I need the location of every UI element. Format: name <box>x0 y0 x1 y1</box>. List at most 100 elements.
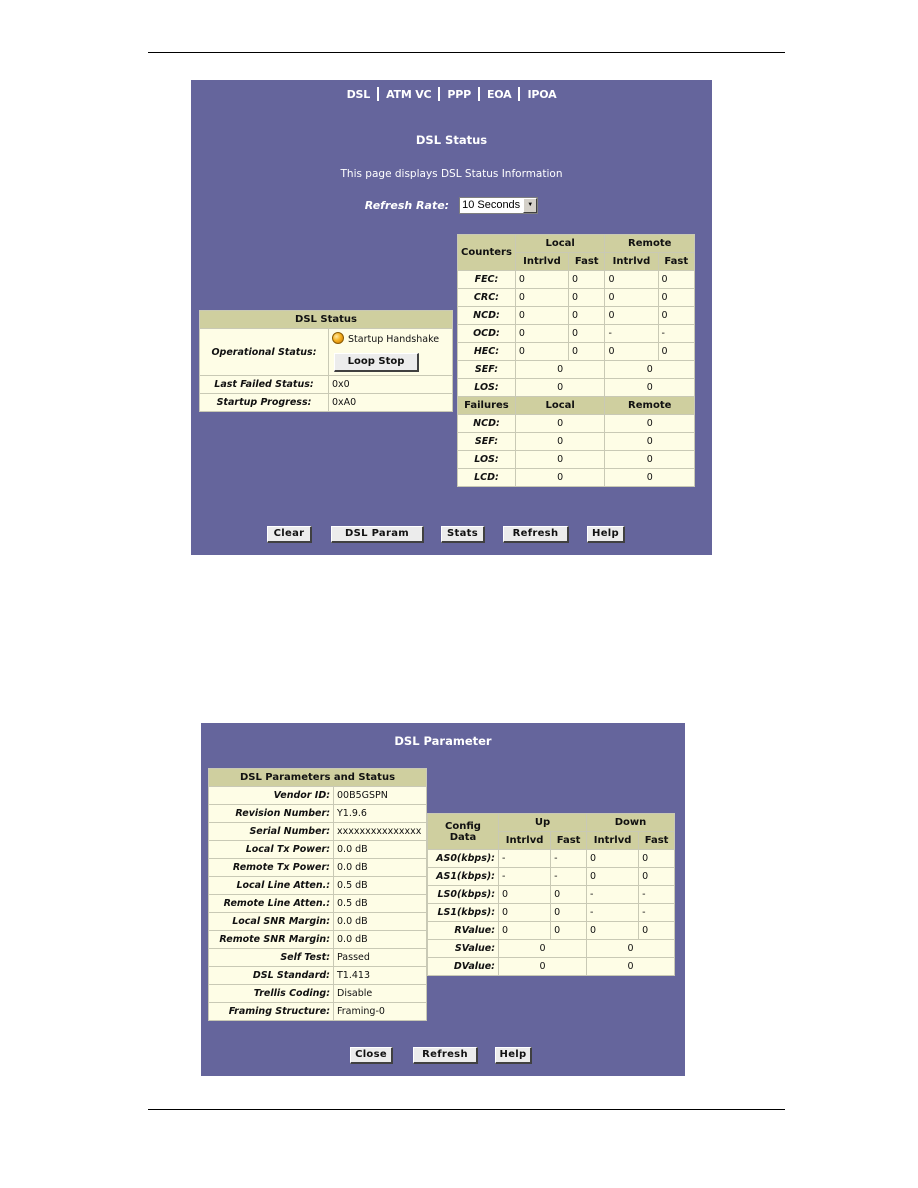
param-label: Remote Line Atten.: <box>209 895 333 912</box>
param-value: xxxxxxxxxxxxxxx <box>334 823 426 840</box>
config-value: 0 <box>639 850 674 867</box>
config-value: - <box>586 886 639 903</box>
refresh-rate-row: Refresh Rate: 10 Seconds ▼ <box>191 197 712 214</box>
help-button[interactable]: Help <box>587 526 625 543</box>
counter-value: 0 <box>515 289 568 306</box>
param-label: Serial Number: <box>209 823 333 840</box>
param-row: Local Line Atten.: 0.5 dB <box>209 877 426 894</box>
failure-row: NCD: 0 0 <box>458 415 694 432</box>
counter-value: 0 <box>658 307 694 324</box>
startup-progress-value: 0xA0 <box>329 394 452 411</box>
counter-value: 0 <box>515 271 568 288</box>
config-row: AS1(kbps): - -0 0 <box>428 868 674 885</box>
nav-separator <box>377 87 380 101</box>
stats-button[interactable]: Stats <box>441 526 485 543</box>
page-title: DSL Status <box>415 133 488 147</box>
config-up-value: 0 <box>499 940 586 957</box>
counter-value: 0 <box>658 271 694 288</box>
down-fast-header: Fast <box>639 832 674 849</box>
config-label: LS0(kbps): <box>428 886 498 903</box>
counter-value: 0 <box>658 289 694 306</box>
failure-label: SEF: <box>458 433 515 450</box>
remote-intrlvd-header: Intrlvd <box>605 253 658 270</box>
counter-value: 0 <box>515 343 568 360</box>
refresh-rate-select[interactable]: 10 Seconds ▼ <box>459 197 539 214</box>
loop-stop-button[interactable]: Loop Stop <box>334 353 419 372</box>
counter-label: SEF: <box>458 361 515 378</box>
config-down-value: 0 <box>586 958 674 975</box>
counter-label: LOS: <box>458 379 515 396</box>
nav-ipoa[interactable]: IPOA <box>527 88 556 101</box>
last-failed-status-label: Last Failed Status: <box>200 376 328 393</box>
config-value: 0 <box>586 868 639 885</box>
param-row: Serial Number: xxxxxxxxxxxxxxx <box>209 823 426 840</box>
config-value: - <box>639 904 674 921</box>
header-rule <box>148 52 785 53</box>
counter-value: 0 <box>568 325 605 342</box>
config-down-header: Down <box>586 814 674 831</box>
config-row: LS1(kbps): 0 0- - <box>428 904 674 921</box>
counter-value: 0 <box>605 307 658 324</box>
param-help-button[interactable]: Help <box>495 1047 532 1064</box>
nav-separator <box>438 87 441 101</box>
config-value: - <box>499 850 551 867</box>
failure-local-value: 0 <box>515 451 605 468</box>
counter-local-value: 0 <box>515 361 605 378</box>
config-value: - <box>639 886 674 903</box>
clear-button[interactable]: Clear <box>267 526 312 543</box>
counter-label: OCD: <box>458 325 515 342</box>
param-value: Framing-0 <box>334 1003 426 1020</box>
failure-remote-value: 0 <box>605 433 694 450</box>
counter-value: 0 <box>605 271 658 288</box>
refresh-button[interactable]: Refresh <box>503 526 569 543</box>
config-value: 0 <box>551 904 586 921</box>
param-page-title: DSL Parameter <box>394 734 492 748</box>
status-led-icon <box>332 332 344 344</box>
counter-remote-value: 0 <box>605 361 694 378</box>
remote-fast-header: Fast <box>658 253 694 270</box>
param-label: Revision Number: <box>209 805 333 822</box>
param-row: Remote Tx Power: 0.0 dB <box>209 859 426 876</box>
config-value: 0 <box>499 922 551 939</box>
config-row: DValue: 0 0 <box>428 958 674 975</box>
dsl-param-button[interactable]: DSL Param <box>331 526 424 543</box>
config-row: LS0(kbps): 0 0- - <box>428 886 674 903</box>
config-label: DValue: <box>428 958 498 975</box>
dsl-params-header: DSL Parameters and Status <box>209 769 426 786</box>
param-value: 0.0 dB <box>334 841 426 858</box>
config-value: - <box>499 868 551 885</box>
config-value: 0 <box>499 886 551 903</box>
counter-row: FEC: 0 0 0 0 <box>458 271 694 288</box>
nav-eoa[interactable]: EOA <box>487 88 512 101</box>
up-fast-header: Fast <box>551 832 586 849</box>
nav-atm-vc[interactable]: ATM VC <box>386 88 432 101</box>
param-row: Revision Number: Y1.9.6 <box>209 805 426 822</box>
failures-header: Failures <box>458 397 515 414</box>
chevron-down-icon[interactable]: ▼ <box>523 198 538 213</box>
param-row: Local SNR Margin: 0.0 dB <box>209 913 426 930</box>
param-refresh-button[interactable]: Refresh <box>413 1047 478 1064</box>
config-value: 0 <box>639 922 674 939</box>
nav-ppp[interactable]: PPP <box>447 88 471 101</box>
config-value: 0 <box>586 850 639 867</box>
config-up-header: Up <box>499 814 586 831</box>
failure-row: LOS: 0 0 <box>458 451 694 468</box>
close-button[interactable]: Close <box>350 1047 393 1064</box>
failure-local-value: 0 <box>515 433 605 450</box>
config-data-table: Config Data Up Down Intrlvd Fast Intrlvd… <box>427 813 675 976</box>
param-label: Framing Structure: <box>209 1003 333 1020</box>
param-row: Remote SNR Margin: 0.0 dB <box>209 931 426 948</box>
param-value: Passed <box>334 949 426 966</box>
failure-row: LCD: 0 0 <box>458 469 694 486</box>
nav-dsl[interactable]: DSL <box>347 88 371 101</box>
param-row: Local Tx Power: 0.0 dB <box>209 841 426 858</box>
startup-progress-label: Startup Progress: <box>200 394 328 411</box>
config-value: 0 <box>639 868 674 885</box>
counter-row: OCD: 0 0- - <box>458 325 694 342</box>
param-row: Trellis Coding: Disable <box>209 985 426 1002</box>
counters-table: Counters Local Remote Intrlvd Fast Intrl… <box>457 234 695 487</box>
config-row: AS0(kbps): - -0 0 <box>428 850 674 867</box>
param-row: DSL Standard: T1.413 <box>209 967 426 984</box>
counter-value: - <box>658 325 694 342</box>
config-value: 0 <box>586 922 639 939</box>
